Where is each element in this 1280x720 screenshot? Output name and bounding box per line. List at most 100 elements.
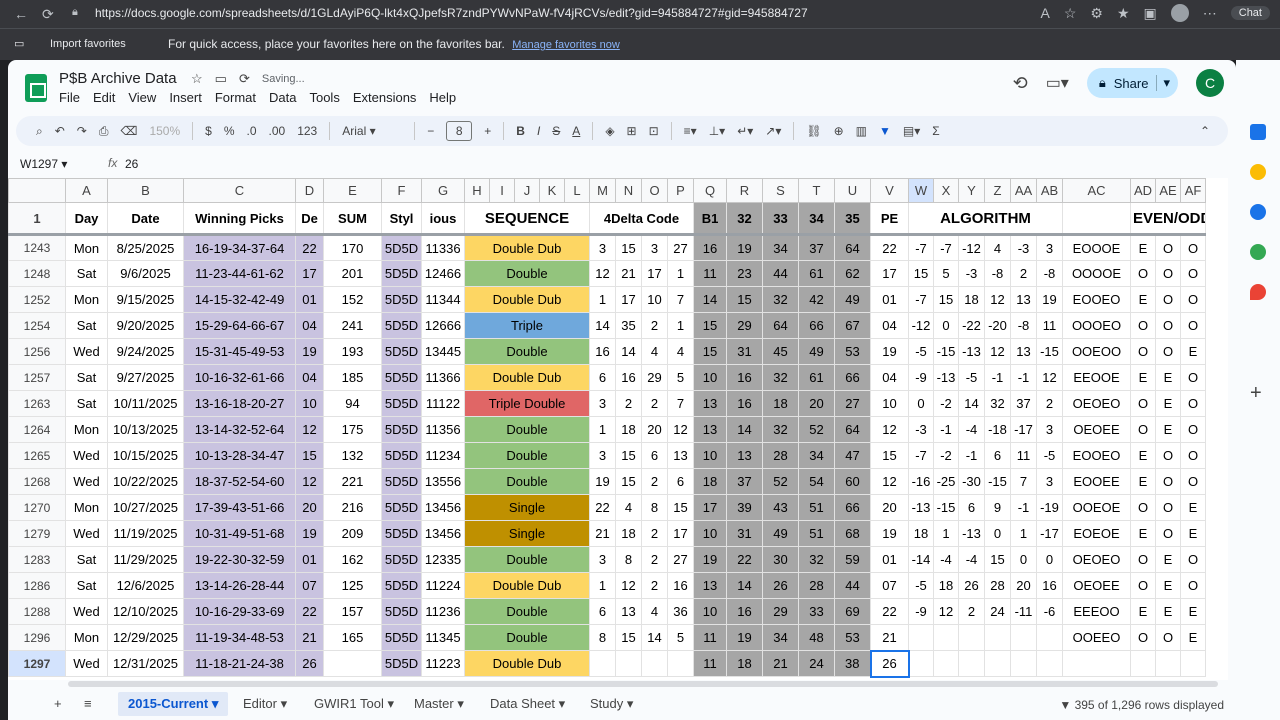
cell-pe[interactable]: 01 [870, 286, 909, 313]
cell-even-odd[interactable]: E [1130, 234, 1156, 261]
cell-ious[interactable]: 13445 [421, 338, 465, 365]
cell-algorithm[interactable]: -5 [958, 364, 985, 391]
column-header-af[interactable]: AF [1180, 178, 1206, 203]
cell-even-odd-pattern[interactable]: EOOEO [1062, 442, 1131, 469]
cell-ball[interactable]: 64 [834, 234, 871, 261]
cell-de[interactable]: 20 [295, 494, 324, 521]
select-all-corner[interactable] [8, 178, 66, 203]
cell-winning-picks[interactable]: 13-14-32-52-64 [183, 416, 296, 443]
cell-even-odd-pattern[interactable]: OEOEE [1062, 572, 1131, 599]
cell-styl[interactable]: 5D5D [381, 650, 422, 677]
column-header-s[interactable]: S [762, 178, 799, 203]
cell-styl[interactable]: 5D5D [381, 390, 422, 417]
cell-delta[interactable]: 10 [641, 286, 668, 313]
cell-delta[interactable]: 4 [641, 598, 668, 625]
cell-even-odd[interactable]: O [1155, 624, 1181, 651]
menu-help[interactable]: Help [429, 90, 456, 105]
cell-algorithm[interactable]: -25 [933, 468, 959, 495]
cell-winning-picks[interactable]: 18-37-52-54-60 [183, 468, 296, 495]
cell-date[interactable]: 10/15/2025 [107, 442, 184, 469]
cell-algorithm[interactable]: -14 [908, 546, 934, 573]
more-icon[interactable]: ⋯ [1203, 5, 1217, 22]
cell-styl[interactable]: 5D5D [381, 520, 422, 547]
row-number[interactable]: 1257 [8, 364, 66, 391]
add-addon-icon[interactable]: + [1250, 382, 1262, 405]
cell-algorithm[interactable]: -4 [958, 416, 985, 443]
cell-delta[interactable]: 27 [667, 546, 694, 573]
cell-ious[interactable]: 13456 [421, 494, 465, 521]
row-number[interactable]: 1270 [8, 494, 66, 521]
cell-delta[interactable] [615, 650, 642, 677]
cell-sum[interactable]: 132 [323, 442, 382, 469]
cell-de[interactable]: 21 [295, 624, 324, 651]
cell-date[interactable]: 12/31/2025 [107, 650, 184, 677]
cell-ball[interactable]: 11 [693, 624, 727, 651]
cell-pe[interactable]: 26 [869, 649, 910, 678]
cell-algorithm[interactable]: 26 [958, 572, 985, 599]
cell-day[interactable]: Wed [65, 468, 108, 495]
cell-ball[interactable]: 16 [726, 598, 763, 625]
cell-delta[interactable]: 17 [615, 286, 642, 313]
cell-algorithm[interactable]: 13 [1010, 286, 1037, 313]
cell-de[interactable]: 01 [295, 546, 324, 573]
cell-even-odd[interactable]: E [1130, 468, 1156, 495]
cell-winning-picks[interactable]: 11-19-34-48-53 [183, 624, 296, 651]
cell-algorithm[interactable]: -2 [933, 442, 959, 469]
row-number[interactable]: 1296 [8, 624, 66, 651]
cell-pe[interactable]: 22 [870, 598, 909, 625]
text-rotate-icon[interactable]: ↗▾ [765, 124, 781, 138]
cell-delta[interactable]: 16 [615, 364, 642, 391]
cell-algorithm[interactable]: -15 [1036, 338, 1063, 365]
cell-ball[interactable]: 34 [762, 624, 799, 651]
cell-delta[interactable]: 14 [641, 624, 668, 651]
cell-sequence[interactable]: Double Dub [464, 234, 590, 261]
cell-styl[interactable]: 5D5D [381, 286, 422, 313]
cell-delta[interactable]: 3 [589, 546, 616, 573]
cell-algorithm[interactable]: -1 [933, 416, 959, 443]
cell-algorithm[interactable]: -4 [933, 546, 959, 573]
cell-sequence[interactable]: Double [464, 442, 590, 469]
cell-delta[interactable]: 14 [589, 312, 616, 339]
cell-winning-picks[interactable]: 14-15-32-42-49 [183, 286, 296, 313]
cell-even-odd[interactable]: O [1130, 260, 1156, 287]
chevron-down-icon[interactable]: ▾ [1156, 75, 1170, 91]
cell-ball[interactable]: 51 [798, 494, 835, 521]
header-b2[interactable]: 32 [726, 202, 763, 236]
cell-ball[interactable]: 68 [834, 520, 871, 547]
cell-even-odd[interactable]: E [1130, 286, 1156, 313]
cell-algorithm[interactable] [1010, 624, 1037, 651]
cell-sum[interactable] [323, 650, 382, 677]
cell-ious[interactable]: 11344 [421, 286, 465, 313]
cell-day[interactable]: Mon [65, 416, 108, 443]
cell-ball[interactable]: 62 [834, 260, 871, 287]
cell-delta[interactable]: 13 [667, 442, 694, 469]
cell-ball[interactable]: 64 [762, 312, 799, 339]
cell-algorithm[interactable]: 2 [1036, 390, 1063, 417]
cell-algorithm[interactable]: -22 [958, 312, 985, 339]
column-header-b[interactable]: B [107, 178, 184, 203]
cell-ball[interactable]: 44 [834, 572, 871, 599]
cell-ball[interactable]: 66 [834, 494, 871, 521]
cell-date[interactable]: 8/25/2025 [107, 234, 184, 261]
cell-algorithm[interactable]: -13 [958, 520, 985, 547]
import-favorites-button[interactable]: Import favorites [50, 38, 126, 50]
cell-winning-picks[interactable]: 15-29-64-66-67 [183, 312, 296, 339]
cell-even-odd[interactable]: O [1155, 286, 1181, 313]
borders-icon[interactable]: ⊞ [627, 124, 637, 138]
cell-sequence[interactable]: Double [464, 624, 590, 651]
cell-delta[interactable]: 6 [667, 468, 694, 495]
favorite-star-icon[interactable]: ☆ [1064, 5, 1077, 22]
add-sheet-icon[interactable]: + [54, 696, 62, 711]
cell-ball[interactable]: 47 [834, 442, 871, 469]
cell-delta[interactable]: 12 [667, 416, 694, 443]
cell-algorithm[interactable]: -13 [958, 338, 985, 365]
cell-even-odd-pattern[interactable]: EEOOE [1062, 364, 1131, 391]
move-folder-icon[interactable]: ▭ [215, 71, 227, 87]
cell-algorithm[interactable]: 2 [1010, 260, 1037, 287]
percent-button[interactable]: % [224, 124, 235, 138]
cell-algorithm[interactable] [958, 650, 985, 677]
cell-delta[interactable]: 6 [589, 364, 616, 391]
cell-delta[interactable]: 1 [589, 416, 616, 443]
cell-pe[interactable]: 12 [870, 416, 909, 443]
row-number[interactable]: 1243 [8, 234, 66, 261]
